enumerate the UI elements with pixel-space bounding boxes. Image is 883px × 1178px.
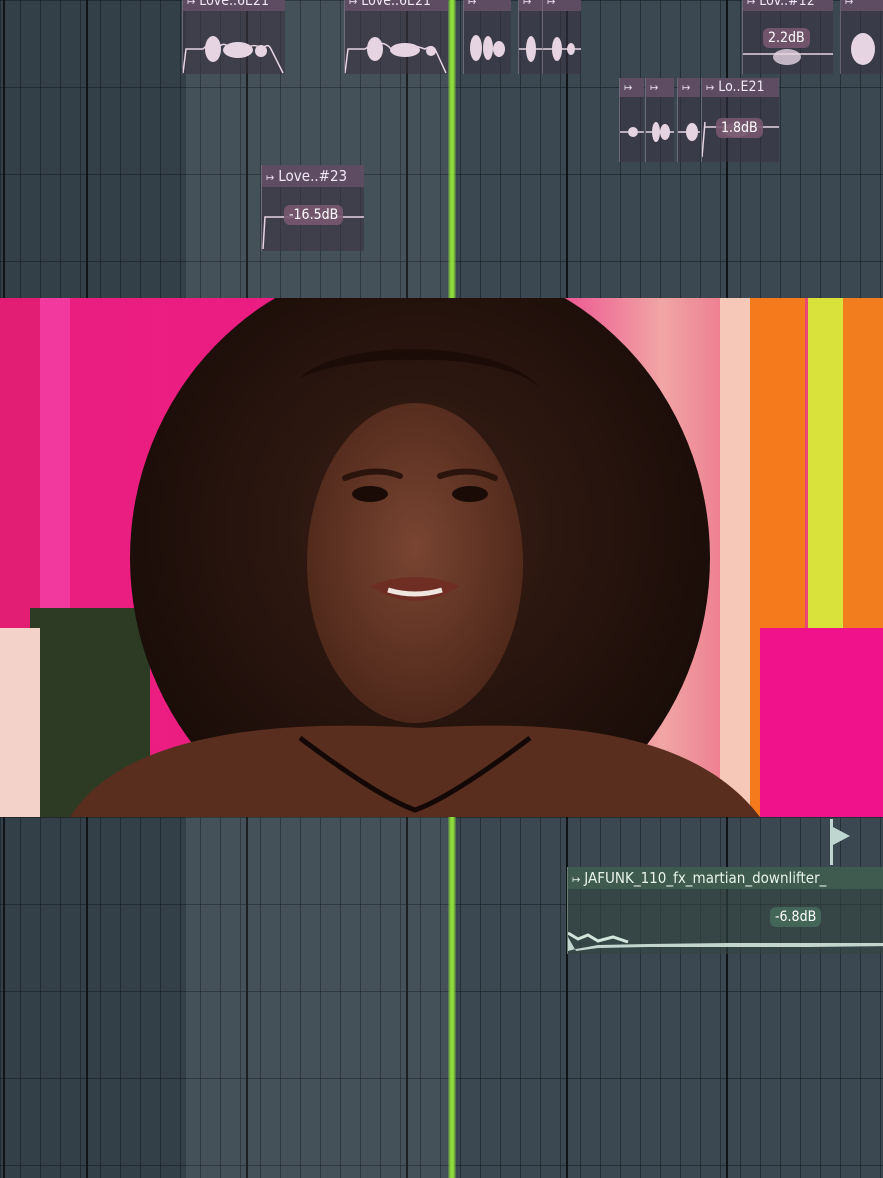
clip-arrow-icon: ↦ [650,81,659,94]
clip-header[interactable]: ↦ [543,0,581,11]
video-frame-image [0,298,883,817]
audio-clip[interactable]: ↦ Love..6E21 [344,0,448,74]
waveform [183,36,284,74]
clip-arrow-icon: ↦ [523,0,532,8]
waveform [345,37,447,74]
clip-arrow-icon: ↦ [468,0,477,8]
clip-arrow-icon: ↦ [547,0,556,8]
audio-clip[interactable]: ↦ [677,78,700,162]
clip-label: Lov..#12 [759,0,815,9]
clip-arrow-icon: ↦ [349,0,358,8]
clip-arrow-icon: ↦ [845,0,854,8]
clip-header[interactable]: ↦ Lo..E21 [702,78,779,97]
waveform [568,931,883,951]
clip-header[interactable]: ↦ [841,0,883,11]
clip-header[interactable]: ↦ Lov..#12 [743,0,833,11]
waveform [851,33,875,65]
audio-clip[interactable]: ↦ [840,0,883,74]
clip-label: Love..#23 [278,167,348,185]
audio-clip[interactable]: ↦ [463,0,511,74]
audio-clip[interactable]: ↦ Love..6E21 [182,0,285,74]
audio-clip[interactable]: ↦ Lov..#12 2.2dB [742,0,833,74]
clip-arrow-icon: ↦ [706,81,715,94]
waveform [543,37,581,61]
waveform [519,36,543,62]
clip-volume-label: -6.8dB [770,907,822,927]
clip-header[interactable]: ↦ [620,78,644,97]
clip-volume-label: 1.8dB [716,118,763,138]
clip-header[interactable]: ↦ [519,0,543,11]
audio-clip[interactable]: ↦ [619,78,644,162]
clip-label: Love..6E21 [361,0,431,9]
clip-header[interactable]: ↦ Love..6E21 [183,0,285,11]
unselected-region [0,817,186,1178]
playhead-marker[interactable] [448,0,456,298]
clip-header[interactable]: ↦ Love..#23 [262,165,364,187]
audio-clip[interactable]: ↦ [518,0,543,74]
playlist-top-pane[interactable]: ↦ Love..6E21 ↦ Love..6E21 ↦ ↦ ↦ ↦ Lov..#… [0,0,883,298]
waveform [470,35,505,61]
waveform [678,123,700,141]
unselected-region [0,0,186,298]
clip-arrow-icon: ↦ [747,0,756,8]
clip-header[interactable]: ↦ [646,78,674,97]
video-overlay [0,298,883,817]
playhead-marker[interactable] [448,817,456,1178]
clip-volume-label: 2.2dB [763,28,810,48]
clip-arrow-icon: ↦ [266,171,275,184]
audio-clip[interactable]: ↦ Lo..E21 1.8dB [701,78,779,162]
waveform [646,122,674,142]
scroll-marker-icon[interactable] [829,819,851,865]
audio-clip[interactable]: ↦ [645,78,674,162]
clip-arrow-icon: ↦ [187,0,196,8]
playlist-bottom-pane[interactable]: ↦ JAFUNK_110_fx_martian_downlifter_ -6.8d… [0,817,883,1178]
audio-clip[interactable]: ↦ Love..#23 -16.5dB [261,165,364,251]
waveform [620,127,644,137]
clip-header[interactable]: ↦ [464,0,511,11]
clip-arrow-icon: ↦ [572,873,581,886]
clip-volume-label: -16.5dB [284,205,344,225]
clip-header[interactable]: ↦ JAFUNK_110_fx_martian_downlifter_ [568,867,883,889]
clip-label: JAFUNK_110_fx_martian_downlifter_ [584,869,827,887]
clip-arrow-icon: ↦ [682,81,691,94]
selected-time-region [186,817,452,1178]
audio-clip[interactable]: ↦ [542,0,581,74]
clip-header[interactable]: ↦ Love..6E21 [345,0,448,11]
clip-header[interactable]: ↦ [678,78,700,97]
clip-label: Love..6E21 [199,0,269,9]
clip-label: Lo..E21 [718,79,765,95]
audio-clip[interactable]: ↦ JAFUNK_110_fx_martian_downlifter_ -6.8d… [567,867,883,954]
clip-arrow-icon: ↦ [624,81,633,94]
